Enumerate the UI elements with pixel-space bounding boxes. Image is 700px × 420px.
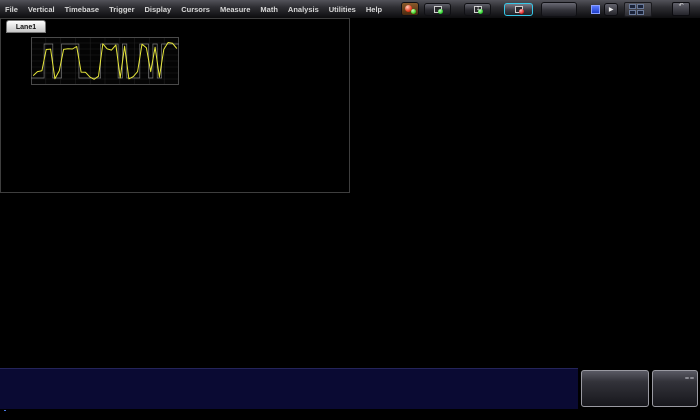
menu-math[interactable]: Math: [255, 5, 283, 14]
lecroy-logo: [4, 409, 6, 411]
menu-cursors[interactable]: Cursors: [176, 5, 215, 14]
bottom-strip: [0, 368, 700, 420]
digpat-plot[interactable]: [31, 37, 179, 85]
green-ball-icon: [411, 9, 416, 14]
trigger-status-stop-button[interactable]: [504, 3, 533, 16]
scope-glyph-icon: 1: [474, 6, 482, 13]
undo-button[interactable]: ↶: [672, 2, 690, 16]
scope-glyph-icon: [434, 6, 442, 13]
menu-display[interactable]: Display: [140, 5, 177, 14]
menu-vertical[interactable]: Vertical: [23, 5, 60, 14]
mosaic-grid-icon: [629, 4, 644, 15]
processing-play-button[interactable]: ▶: [604, 3, 618, 16]
menu-utilities[interactable]: Utilities: [324, 5, 361, 14]
menu-file[interactable]: File: [0, 5, 23, 14]
timebase-descriptor-box[interactable]: [581, 370, 649, 407]
lane-tab-lane1[interactable]: Lane1: [6, 20, 46, 33]
trigger-descriptor-box[interactable]: [652, 370, 698, 407]
trigger-status-normal-button[interactable]: [424, 3, 451, 16]
menu-help[interactable]: Help: [361, 5, 387, 14]
trigger-status-single-button[interactable]: 1: [464, 3, 491, 16]
trigger-source-badge: [685, 377, 689, 379]
quadrant-grid: Lane1: [0, 18, 700, 368]
menu-bar: FileVerticalTimebaseTriggerDisplayCursor…: [0, 0, 700, 18]
oscilloscope-screen: FileVerticalTimebaseTriggerDisplayCursor…: [0, 0, 700, 420]
menu-analysis[interactable]: Analysis: [283, 5, 324, 14]
menu-timebase[interactable]: Timebase: [60, 5, 104, 14]
mosaic-button[interactable]: [624, 2, 652, 17]
jitter-table-background: [0, 368, 578, 409]
menu-bar-items: FileVerticalTimebaseTriggerDisplayCursor…: [0, 5, 387, 14]
scope-glyph-icon: [515, 6, 523, 13]
menu-trigger[interactable]: Trigger: [104, 5, 139, 14]
undo-arrow-icon: ↶: [673, 3, 689, 9]
scope-app-icon[interactable]: [401, 2, 419, 16]
lane-panel-lane1: Lane1: [0, 18, 350, 193]
trigger-coupling-badge: [690, 377, 694, 379]
processing-stop-icon[interactable]: [591, 5, 600, 14]
trigger-setup-button[interactable]: [541, 2, 577, 17]
menu-measure[interactable]: Measure: [215, 5, 255, 14]
